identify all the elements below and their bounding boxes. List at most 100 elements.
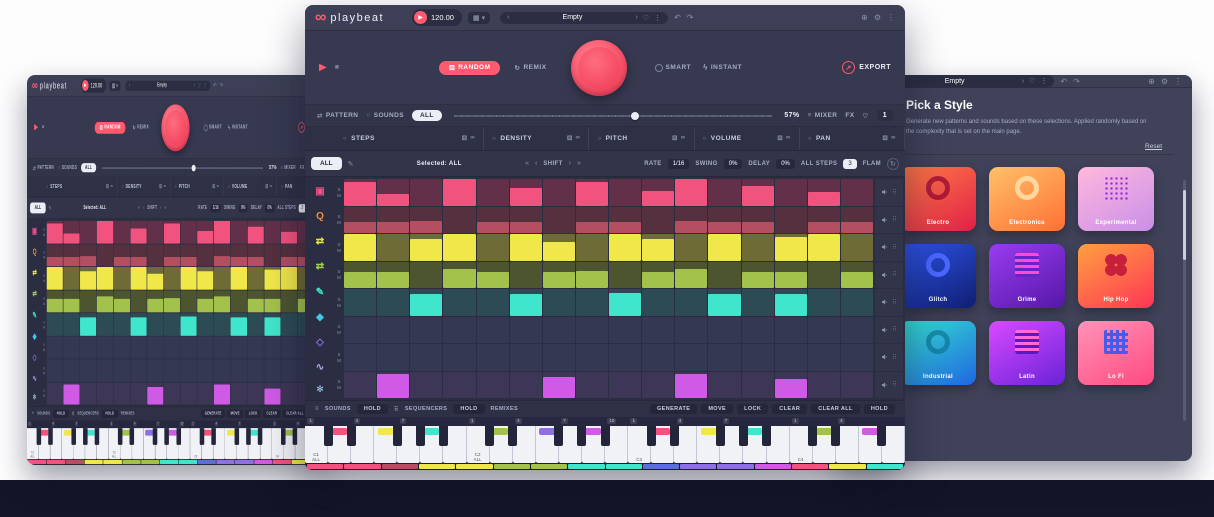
style-card-lofi[interactable]: Lo Fi xyxy=(1078,321,1154,385)
channel-8-icon[interactable]: ∿ xyxy=(28,368,41,389)
style-card-latin[interactable]: Latin xyxy=(989,321,1065,385)
step-cell[interactable] xyxy=(708,234,740,261)
swing-value[interactable]: 0% xyxy=(238,204,247,212)
step-cell[interactable] xyxy=(675,317,707,344)
step-cell[interactable] xyxy=(197,267,213,289)
preset-prev-button[interactable]: ‹ xyxy=(507,14,509,21)
step-cell[interactable] xyxy=(344,344,376,371)
step-cell[interactable] xyxy=(642,344,674,371)
smart-toggle[interactable]: SMART xyxy=(204,124,222,131)
step-cell[interactable] xyxy=(510,262,542,289)
step-cell[interactable] xyxy=(410,262,442,289)
mute-button[interactable]: M xyxy=(42,279,46,283)
drag-handle-icon[interactable]: ⠿ xyxy=(892,354,896,361)
section-header-pitch[interactable]: ○PITCH⚄∞ xyxy=(589,127,694,150)
step-cell[interactable] xyxy=(708,372,740,399)
pattern-slot-selector[interactable]: 1 xyxy=(877,110,893,121)
step-cell[interactable] xyxy=(510,234,542,261)
step-cell[interactable] xyxy=(576,179,608,206)
step-cell[interactable] xyxy=(264,267,280,289)
black-key[interactable] xyxy=(416,426,425,446)
step-cell[interactable] xyxy=(808,234,840,261)
move-button[interactable]: MOVE xyxy=(227,410,243,418)
step-cell[interactable] xyxy=(281,359,297,381)
stop-button[interactable]: ■ xyxy=(335,64,339,71)
step-cell[interactable] xyxy=(114,267,130,289)
step-cell[interactable] xyxy=(80,290,96,312)
step-cell[interactable] xyxy=(642,234,674,261)
step-cell[interactable] xyxy=(181,382,197,404)
black-key[interactable] xyxy=(601,426,610,446)
step-cell[interactable] xyxy=(708,179,740,206)
play-button[interactable]: ▶ xyxy=(34,123,38,132)
lock-button[interactable]: LOCK xyxy=(737,404,768,414)
black-key[interactable] xyxy=(95,428,100,445)
black-key[interactable] xyxy=(324,426,333,446)
step-cell[interactable] xyxy=(247,359,263,381)
link-icon[interactable]: ∞ xyxy=(576,135,581,142)
morph-slider-handle[interactable] xyxy=(192,164,196,171)
solo-button[interactable]: S xyxy=(42,343,46,347)
reset-link[interactable]: Reset xyxy=(906,143,1162,150)
step-cell[interactable] xyxy=(543,289,575,316)
step-cell[interactable] xyxy=(443,372,475,399)
globe-icon[interactable]: ⊕ xyxy=(1148,77,1155,86)
all-view-tab[interactable]: ALL xyxy=(412,110,442,121)
solo-button[interactable]: S xyxy=(42,227,46,231)
black-key[interactable] xyxy=(877,426,886,446)
section-header-pitch[interactable]: ○PITCH⚄∞ xyxy=(171,177,224,196)
generate-button[interactable]: GENERATE xyxy=(201,410,225,418)
step-cell[interactable] xyxy=(510,289,542,316)
step-cell[interactable] xyxy=(344,372,376,399)
step-cell[interactable] xyxy=(708,344,740,371)
step-cell[interactable] xyxy=(281,290,297,312)
step-cell[interactable] xyxy=(510,179,542,206)
preset-name[interactable]: Empty xyxy=(133,83,192,89)
step-cell[interactable] xyxy=(97,244,113,266)
randomize-knob[interactable] xyxy=(571,40,627,96)
solo-button[interactable]: S xyxy=(335,324,343,329)
mute-button[interactable]: M xyxy=(42,302,46,306)
step-cell[interactable] xyxy=(247,313,263,335)
drag-handle-icon[interactable]: ⠿ xyxy=(892,189,896,196)
step-cell[interactable] xyxy=(543,317,575,344)
step-cell[interactable] xyxy=(708,289,740,316)
step-cell[interactable] xyxy=(231,290,247,312)
step-cell[interactable] xyxy=(344,179,376,206)
step-cell[interactable] xyxy=(742,317,774,344)
step-cell[interactable] xyxy=(264,359,280,381)
export-button[interactable]: ↗ EXPORT xyxy=(842,61,891,74)
black-key[interactable] xyxy=(153,428,158,445)
step-cell[interactable] xyxy=(63,221,79,243)
sounds-hold-button[interactable]: HOLD xyxy=(357,404,388,414)
hold-button[interactable]: HOLD xyxy=(864,404,895,414)
preset-next-button[interactable]: › xyxy=(194,83,195,89)
step-cell[interactable] xyxy=(775,262,807,289)
step-cell[interactable] xyxy=(675,234,707,261)
globe-icon[interactable]: ⊕ xyxy=(861,13,868,22)
step-cell[interactable] xyxy=(675,289,707,316)
black-key[interactable] xyxy=(234,428,239,445)
step-cell[interactable] xyxy=(63,336,79,358)
speaker-icon[interactable] xyxy=(881,353,889,361)
black-key[interactable] xyxy=(200,428,205,445)
step-cell[interactable] xyxy=(147,244,163,266)
freeze-snowflake-icon[interactable]: ✻ xyxy=(33,390,37,405)
step-cell[interactable] xyxy=(477,207,509,234)
swing-value[interactable]: 0% xyxy=(724,159,743,169)
mute-button[interactable]: M xyxy=(335,385,343,390)
step-back-icon[interactable]: ‹ xyxy=(143,205,144,211)
channel-3-icon[interactable]: ⇄ xyxy=(307,229,333,254)
step-cell[interactable] xyxy=(47,267,63,289)
step-cell[interactable] xyxy=(841,207,873,234)
step-cell[interactable] xyxy=(808,289,840,316)
step-cell[interactable] xyxy=(642,289,674,316)
mute-button[interactable]: M xyxy=(335,358,343,363)
step-cell[interactable] xyxy=(80,221,96,243)
redo-button[interactable]: ↷ xyxy=(1073,77,1080,86)
step-cell[interactable] xyxy=(841,289,873,316)
step-cell[interactable] xyxy=(609,372,641,399)
step-cell[interactable] xyxy=(281,267,297,289)
solo-button[interactable]: S xyxy=(42,297,46,301)
step-cell[interactable] xyxy=(443,179,475,206)
